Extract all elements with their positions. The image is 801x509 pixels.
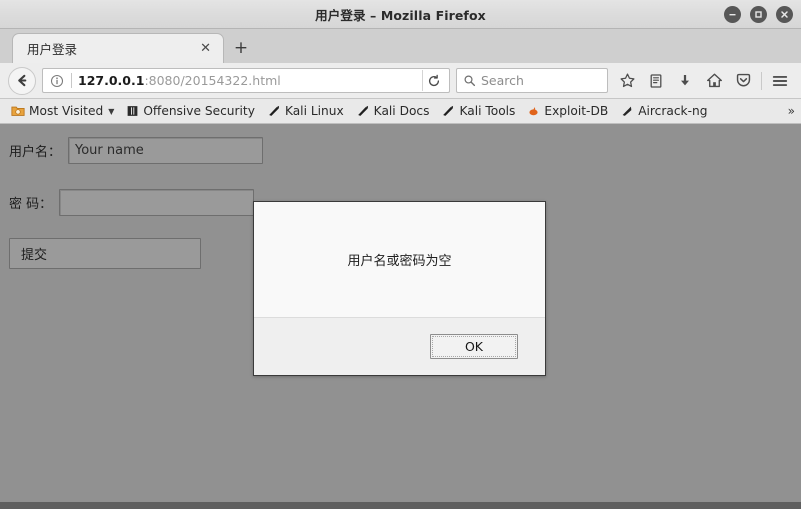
bookmarks-bar: Most Visited ▼ Offensive Security Kali L…: [0, 99, 801, 124]
password-label: 密 码：: [9, 197, 53, 212]
window-title: 用户登录 – Mozilla Firefox: [315, 7, 486, 23]
pocket-button[interactable]: [730, 68, 756, 94]
bookmark-offensive-security[interactable]: Offensive Security: [121, 102, 260, 120]
bookmark-aircrack-ng[interactable]: Aircrack-ng: [615, 102, 712, 120]
bookmark-label: Kali Docs: [373, 104, 430, 118]
alert-dialog: 用户名或密码为空 OK: [253, 201, 546, 376]
maximize-button[interactable]: [750, 5, 767, 23]
kali-dragon-icon: [443, 105, 454, 116]
bookmark-label: Most Visited: [29, 104, 104, 118]
alert-ok-button[interactable]: OK: [430, 334, 518, 359]
search-placeholder: Search: [481, 73, 524, 88]
url-path: :8080/20154322.html: [144, 73, 281, 88]
bookmark-star-icon: [619, 73, 635, 88]
submit-button[interactable]: 提交: [9, 238, 201, 269]
alert-dialog-footer: OK: [254, 318, 545, 375]
url-text: 127.0.0.1:8080/20154322.html: [78, 73, 422, 88]
username-input[interactable]: [68, 137, 264, 164]
alert-dialog-body: 用户名或密码为空: [254, 202, 545, 318]
bookmark-label: Kali Linux: [284, 104, 344, 118]
toolbar-divider: [761, 71, 762, 90]
bookmark-star-button[interactable]: [614, 68, 640, 94]
close-button[interactable]: [776, 5, 793, 23]
library-button[interactable]: [643, 68, 669, 94]
password-input[interactable]: [59, 189, 255, 216]
bookmark-label: Exploit-DB: [544, 104, 609, 118]
bookmark-most-visited[interactable]: Most Visited ▼: [6, 102, 119, 120]
menu-button[interactable]: [767, 68, 793, 94]
address-bar[interactable]: 127.0.0.1:8080/20154322.html: [42, 68, 450, 93]
tab-close-icon[interactable]: ✕: [196, 42, 215, 55]
tab-user-login[interactable]: 用户登录 ✕: [12, 33, 224, 63]
bookmark-label: Kali Tools: [459, 104, 516, 118]
page-content: 用户名： 密 码： 提交 用户名或密码为空 OK: [0, 124, 801, 509]
search-icon: [464, 75, 476, 87]
tab-label: 用户登录: [27, 42, 78, 57]
minimize-button[interactable]: [724, 5, 741, 23]
back-arrow-icon: [17, 74, 26, 87]
home-icon: [706, 73, 722, 88]
bookmark-label: Aircrack-ng: [638, 104, 708, 118]
chevron-down-icon[interactable]: ▼: [108, 107, 114, 116]
bookmark-exploit-db[interactable]: Exploit-DB: [522, 102, 613, 120]
reload-button[interactable]: [422, 70, 445, 91]
alert-message: 用户名或密码为空: [347, 254, 452, 269]
toolbar-icons: [614, 68, 793, 94]
home-button[interactable]: [701, 68, 727, 94]
username-label: 用户名：: [9, 145, 62, 160]
bottom-edge-strip: [0, 502, 801, 509]
bookmark-kali-docs[interactable]: Kali Docs: [351, 102, 435, 120]
minimize-icon: [729, 13, 736, 15]
url-separator: [71, 73, 72, 88]
reload-icon: [428, 74, 440, 86]
downloads-icon: [681, 74, 689, 85]
menu-icon: [772, 75, 788, 86]
exploitdb-icon: [529, 106, 538, 115]
bookmark-kali-tools[interactable]: Kali Tools: [436, 102, 520, 120]
kali-dragon-icon: [269, 105, 280, 116]
bookmark-kali-linux[interactable]: Kali Linux: [262, 102, 349, 120]
bookmarks-overflow-button[interactable]: »: [788, 104, 795, 118]
back-button[interactable]: [8, 66, 36, 95]
search-bar[interactable]: Search: [456, 68, 608, 93]
title-bar: 用户登录 – Mozilla Firefox: [0, 0, 801, 29]
tab-strip: 用户登录 ✕ +: [0, 29, 801, 63]
offsec-icon: [127, 106, 138, 116]
aircrack-icon: [622, 106, 632, 116]
kali-dragon-icon: [357, 105, 368, 116]
browser-window: 用户登录 – Mozilla Firefox 用户登录 ✕ + 127.0.0.…: [0, 0, 801, 509]
url-host: 127.0.0.1: [78, 73, 145, 88]
navigation-toolbar: 127.0.0.1:8080/20154322.html Search: [0, 63, 801, 99]
info-icon[interactable]: [49, 73, 65, 89]
window-controls: [724, 0, 793, 28]
bookmark-label: Offensive Security: [143, 104, 255, 118]
library-icon: [650, 73, 662, 88]
maximize-icon: [755, 10, 762, 18]
new-tab-button[interactable]: +: [226, 33, 256, 63]
username-row: 用户名：: [0, 124, 801, 164]
close-icon: [781, 10, 788, 18]
pocket-icon: [736, 73, 750, 87]
downloads-button[interactable]: [672, 68, 698, 94]
folder-star-icon: [11, 106, 25, 116]
